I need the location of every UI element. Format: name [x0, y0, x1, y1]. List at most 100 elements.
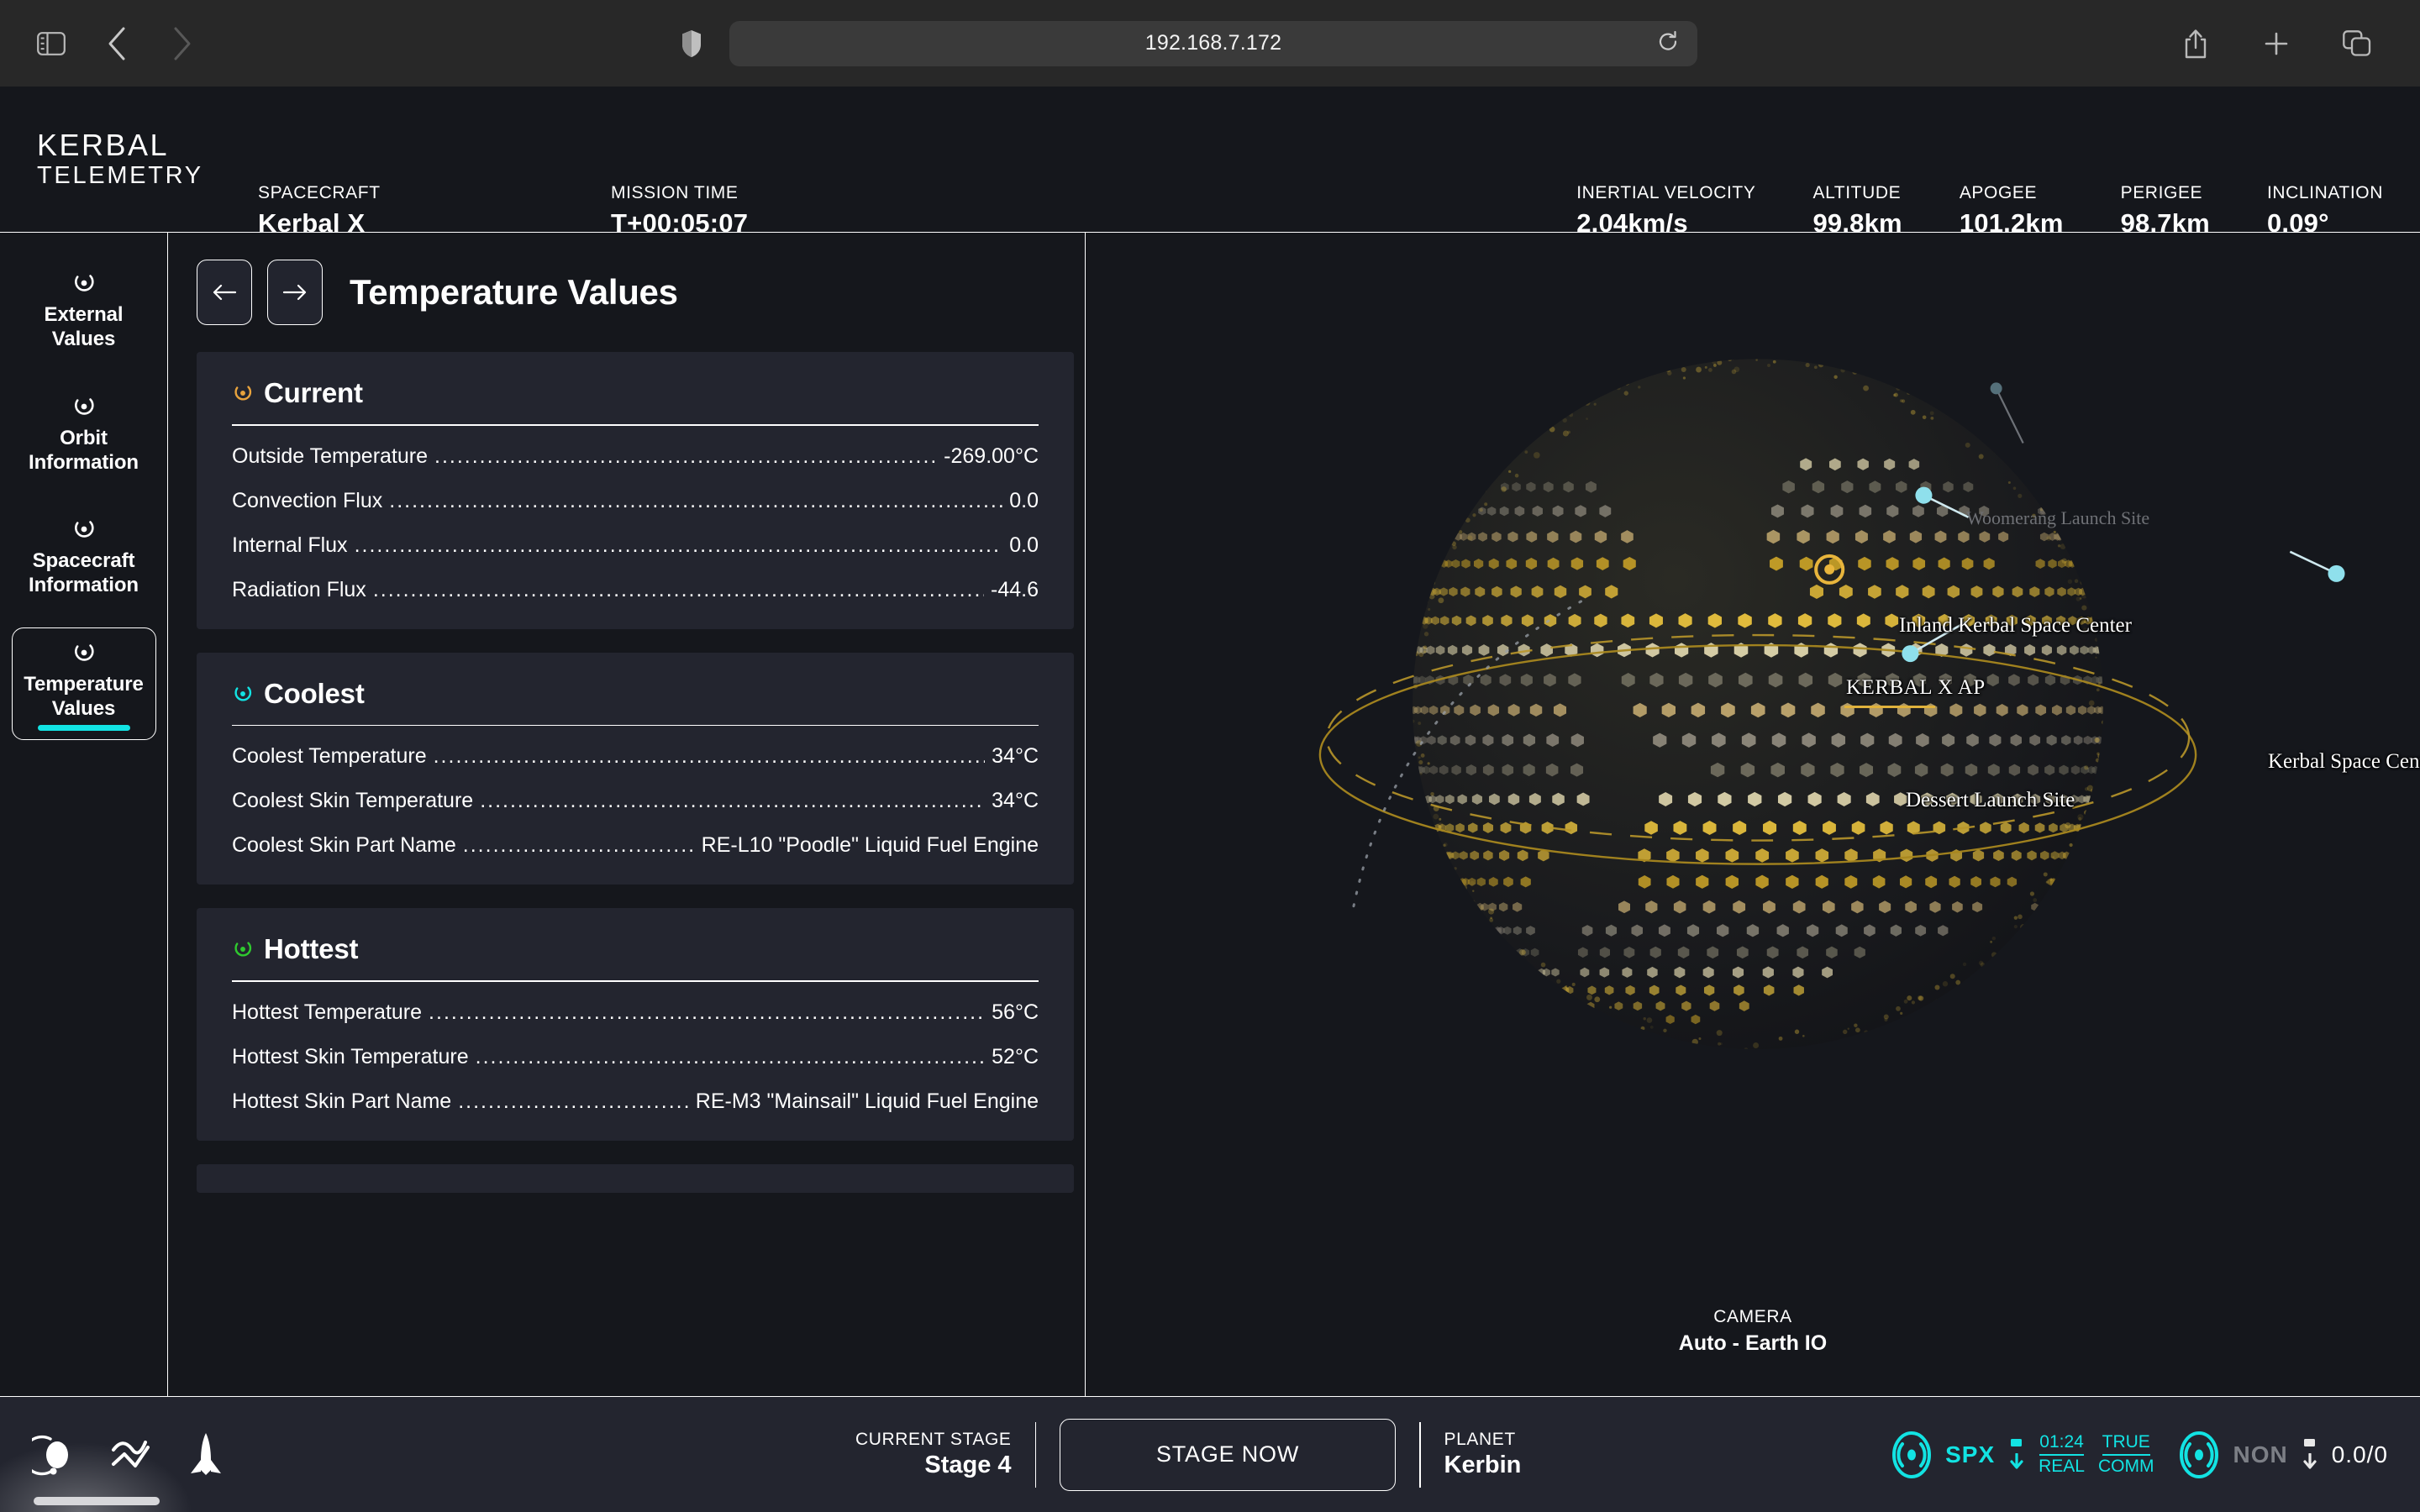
row-value: 34°C	[992, 744, 1039, 769]
address-bar[interactable]: 192.168.7.172	[729, 21, 1697, 66]
mission-time-readout: MISSION TIME T+00:05:07	[611, 183, 748, 239]
leader-dots: ........................................…	[434, 444, 937, 469]
stage-controls: CURRENT STAGE Stage 4 STAGE NOW PLANET K…	[855, 1419, 1521, 1491]
reload-icon	[1657, 30, 1679, 52]
logo-line-2: TELEMETRY	[37, 162, 230, 189]
sidebar-item-external-values[interactable]: External Values	[12, 258, 156, 363]
arrow-left-icon	[212, 283, 237, 302]
leader-dots: ........................................…	[480, 789, 985, 813]
marker-ksc[interactable]	[2290, 552, 2344, 582]
label-kerbal-x-apoapsis: KERBAL X AP	[1846, 676, 1986, 700]
divider	[1419, 1422, 1421, 1488]
vessel-view-button[interactable]	[187, 1431, 225, 1478]
current-stage-value: Stage 4	[855, 1452, 1012, 1479]
marker-woomerang[interactable]	[1991, 382, 2023, 443]
label-dessert-launch-site: Dessert Launch Site	[1906, 789, 2075, 812]
sidebar-item-label: Temperature Values	[24, 672, 144, 722]
row-key: Outside Temperature	[232, 444, 428, 469]
card-title: Coolest	[264, 678, 365, 710]
row-key: Coolest Temperature	[232, 744, 427, 769]
target-icon	[71, 640, 97, 665]
back-button[interactable]	[94, 21, 139, 66]
next-panel-button[interactable]	[267, 260, 323, 325]
sidebar-item-temperature-values[interactable]: Temperature Values	[12, 627, 156, 741]
comm-status-top: TRUE	[2102, 1433, 2150, 1455]
data-row: Radiation Flux .........................…	[232, 578, 1039, 602]
leader-dots: ........................................…	[429, 1000, 985, 1025]
privacy-shield-button[interactable]	[681, 29, 702, 58]
row-key: Hottest Skin Part Name	[232, 1089, 451, 1114]
sidebar-item-orbit-information[interactable]: Orbit Information	[12, 381, 156, 486]
primary-signal-status[interactable]: SPX 01:24 REAL TRUE COMM	[1891, 1431, 2154, 1479]
card-header: Hottest	[232, 933, 1039, 965]
forward-button[interactable]	[160, 21, 205, 66]
sidebar-item-label: External Values	[45, 302, 124, 352]
row-value: 34°C	[992, 789, 1039, 813]
stat-label: PERIGEE	[2121, 183, 2210, 203]
copy-tabs-icon	[2343, 30, 2371, 57]
signal-none-icon	[2179, 1431, 2219, 1479]
label-woomerang-launch-site: Woomerang Launch Site	[1966, 507, 2149, 529]
leader-dots: ........................................…	[389, 489, 1002, 513]
sidebar-toggle-button[interactable]	[29, 21, 74, 66]
signal-rate-bottom: REAL	[2039, 1456, 2085, 1476]
divider	[1035, 1422, 1037, 1488]
reload-button[interactable]	[1657, 30, 1679, 56]
camera-value: Auto - Earth IO	[1679, 1331, 1827, 1356]
globe-visualization[interactable]: Woomerang Launch Site Inland Kerbal Spac…	[1086, 233, 2420, 1396]
spacecraft-value: Kerbal X	[258, 208, 381, 239]
new-tab-button[interactable]	[2254, 21, 2299, 66]
comm-status-bottom: COMM	[2098, 1456, 2154, 1476]
signal-strong-icon	[1891, 1431, 1932, 1479]
graph-view-icon	[111, 1437, 155, 1473]
vessel-view-icon	[187, 1431, 225, 1478]
share-icon	[2183, 29, 2208, 59]
upload-arrow-icon	[2008, 1437, 2025, 1451]
divider	[232, 424, 1039, 426]
stat-label: APOGEE	[1960, 183, 2064, 203]
browser-toolbar: 192.168.7.172	[0, 0, 2420, 87]
app-body: External Values Orbit Information Spacec…	[0, 233, 2420, 1396]
secondary-signal-status[interactable]: NON 0.0/0	[2179, 1431, 2388, 1479]
app-footer: CURRENT STAGE Stage 4 STAGE NOW PLANET K…	[0, 1396, 2420, 1512]
target-icon	[71, 270, 97, 296]
data-row: Hottest Skin Part Name .................…	[232, 1089, 1039, 1114]
data-row: Coolest Temperature ....................…	[232, 744, 1039, 769]
divider	[232, 980, 1039, 982]
apoapsis-leader-line	[1844, 706, 1935, 708]
stat-label: INERTIAL VELOCITY	[1576, 183, 1755, 203]
telemetry-app: KERBAL TELEMETRY SPACECRAFT Kerbal X MIS…	[0, 87, 2420, 1512]
orbit-view-button[interactable]	[32, 1431, 79, 1478]
row-value: RE-L10 "Poodle" Liquid Fuel Engine	[702, 833, 1039, 858]
card-current: Current Outside Temperature ............…	[197, 352, 1074, 629]
share-button[interactable]	[2173, 21, 2218, 66]
cards-list: Current Outside Temperature ............…	[168, 352, 1085, 1396]
sidebar-item-spacecraft-information[interactable]: Spacecraft Information	[12, 504, 156, 609]
previous-panel-button[interactable]	[197, 260, 252, 325]
signal-rate-readout: 01:24 REAL	[2039, 1433, 2085, 1475]
download-arrow-icon	[2302, 1453, 2318, 1472]
target-icon	[232, 382, 254, 404]
data-row: Coolest Skin Temperature ...............…	[232, 789, 1039, 813]
chevron-left-icon	[106, 26, 128, 61]
sidebar-item-label: Spacecraft Information	[29, 549, 139, 598]
card-coolest: Coolest Coolest Temperature ............…	[197, 653, 1074, 885]
footer-nav-icons	[0, 1431, 225, 1478]
page-title: Temperature Values	[350, 272, 678, 312]
data-rate-arrows-icon	[2008, 1437, 2025, 1472]
row-value: 52°C	[992, 1045, 1039, 1069]
secondary-signal-name: NON	[2233, 1441, 2287, 1468]
signal-status-group: SPX 01:24 REAL TRUE COMM NON 0.0/0	[1891, 1431, 2388, 1479]
chevron-right-icon	[171, 26, 193, 61]
graph-view-button[interactable]	[111, 1437, 155, 1473]
leader-dots: ........................................…	[476, 1045, 986, 1069]
tab-overview-button[interactable]	[2334, 21, 2380, 66]
mission-time-label: MISSION TIME	[611, 183, 748, 203]
divider	[232, 725, 1039, 727]
stat-altitude: ALTITUDE 99.8km	[1812, 183, 1902, 239]
stat-label: INCLINATION	[2267, 183, 2383, 203]
label-kerbal-space-center: Kerbal Space Center	[2268, 750, 2420, 774]
camera-label: CAMERA	[1679, 1307, 1827, 1327]
stage-now-button[interactable]: STAGE NOW	[1060, 1419, 1396, 1491]
data-row: Hottest Skin Temperature ...............…	[232, 1045, 1039, 1069]
